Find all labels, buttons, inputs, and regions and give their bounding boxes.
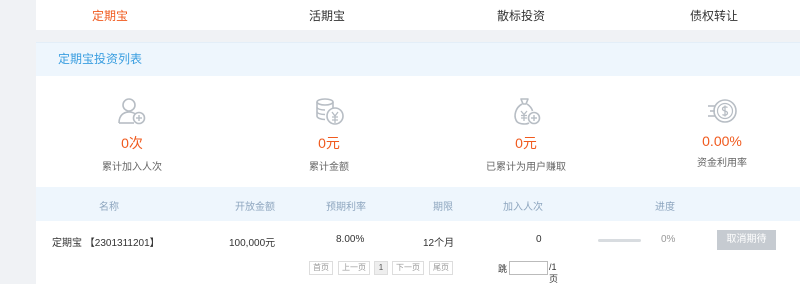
product-name[interactable]: 定期宝 【2301311201】	[52, 234, 160, 249]
tab-loan-investment[interactable]: 散标投资	[461, 7, 581, 24]
dollar-coin-icon	[708, 99, 737, 123]
table-row: 定期宝 【2301311201】 100,000元 8.00% 12个月 0 0…	[36, 222, 800, 259]
stat-user-earnings: 0元 已累计为用户赚取	[466, 96, 586, 173]
jump-label: 跳	[498, 264, 508, 274]
coins-icon	[316, 98, 344, 125]
tab-regular-treasure[interactable]: 定期宝	[50, 7, 170, 24]
money-bag-icon	[514, 98, 541, 125]
investment-list-panel: 定期宝投资列表 0次 累计加入人次 0元 累计金额 0元 已累计为用户赚取 0.…	[36, 42, 800, 284]
stat-total-participants: 0次 累计加入人次	[72, 96, 192, 173]
table-header: 名称 开放金额 预期利率 期限 加入人次 进度	[36, 187, 800, 221]
prev-page-button[interactable]: 上一页	[338, 261, 370, 275]
last-page-button[interactable]: 尾页	[429, 261, 453, 275]
stat-fund-utilization: 0.00% 资金利用率	[662, 96, 782, 169]
participant-count: 0	[536, 234, 542, 245]
column-header-rate: 预期利率	[326, 202, 366, 213]
stat-value: 0次	[121, 135, 143, 151]
column-header-progress: 进度	[655, 202, 675, 213]
column-header-participants: 加入人次	[503, 202, 543, 213]
user-add-icon	[118, 98, 146, 125]
column-header-amount: 开放金额	[235, 202, 275, 213]
stat-label: 已累计为用户赚取	[486, 162, 566, 173]
tab-current-treasure[interactable]: 活期宝	[267, 7, 387, 24]
stat-value: 0元	[515, 135, 537, 151]
progress-bar	[598, 239, 641, 242]
cancel-expect-button[interactable]: 取消期待	[717, 230, 776, 250]
term: 12个月	[423, 238, 455, 249]
stat-total-amount: 0元 累计金额	[269, 96, 389, 173]
total-pages: /1页	[549, 262, 559, 284]
current-page-indicator[interactable]: 1	[374, 261, 388, 275]
first-page-button[interactable]: 首页	[309, 261, 333, 275]
top-tab-bar: 定期宝 活期宝 散标投资 债权转让	[36, 0, 800, 30]
progress-percent: 0%	[661, 234, 676, 245]
jump-page-input[interactable]	[509, 261, 548, 275]
panel-title: 定期宝投资列表	[36, 42, 800, 76]
stat-value: 0元	[318, 135, 340, 151]
tab-debt-transfer[interactable]: 债权转让	[654, 7, 774, 24]
next-page-button[interactable]: 下一页	[392, 261, 424, 275]
column-header-name: 名称	[99, 202, 119, 213]
column-header-term: 期限	[433, 202, 453, 213]
expected-rate: 8.00%	[336, 234, 365, 245]
open-amount: 100,000元	[229, 238, 276, 249]
stat-label: 累计加入人次	[102, 162, 162, 173]
stat-label: 资金利用率	[697, 158, 747, 169]
stat-value: 0.00%	[702, 133, 742, 149]
stat-label: 累计金额	[309, 162, 349, 173]
